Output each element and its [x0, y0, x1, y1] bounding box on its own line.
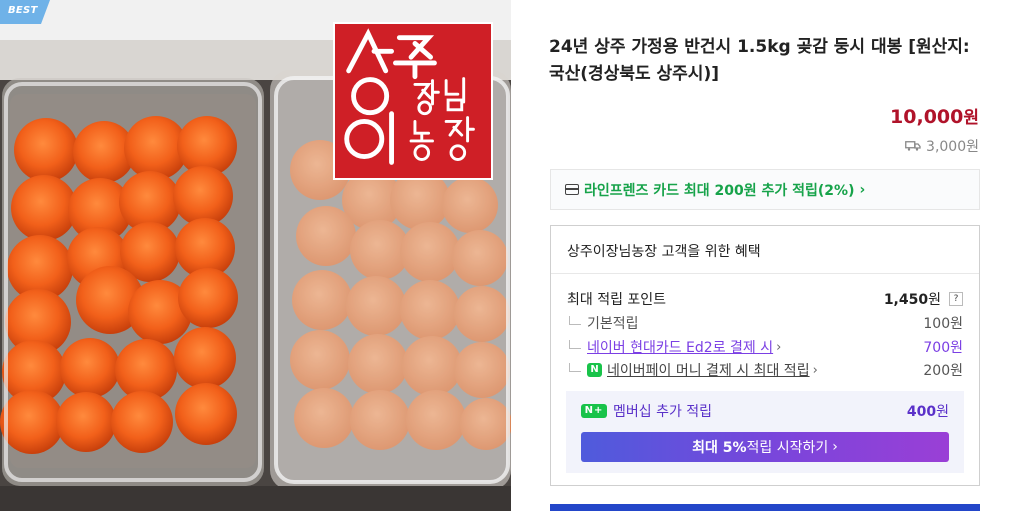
price-value: 10,000: [890, 106, 964, 128]
chevron-right-icon: ›: [776, 339, 782, 355]
product-title: 24년 상주 가정용 반건시 1.5kg 곶감 둥시 대봉 [원산지:국산(경상…: [549, 37, 970, 84]
benefit-row-hyundai-card[interactable]: 네이버 현대카드 Ed2로 결제 시 › 700원: [567, 336, 963, 358]
card-promo-banner[interactable]: 라인프렌즈 카드 최대 200원 추가 적립(2%) ›: [550, 169, 980, 210]
shipping-fee: 3,000원: [905, 136, 979, 156]
product-info-panel: 24년 상주 가정용 반건시 1.5kg 곶감 둥시 대봉 [원산지:국산(경상…: [511, 0, 1019, 511]
benefit-row-label[interactable]: 네이버페이 머니 결제 시 최대 적립: [607, 360, 810, 380]
benefit-row-label: 기본적립: [587, 316, 639, 332]
benefit-row-basic: 기본적립 100원: [567, 312, 963, 334]
product-image[interactable]: BEST: [0, 0, 511, 511]
benefit-box: 상주이장님농장 고객을 위한 혜택 최대 적립 포인트 1,450원 ? 기본적…: [550, 225, 980, 486]
farm-logo: [333, 22, 493, 180]
chevron-right-icon: ›: [812, 362, 818, 378]
max-points-row: 최대 적립 포인트 1,450원 ?: [567, 288, 963, 310]
membership-box: N+ 멤버십 추가 적립 400원 최대 5% 적립 시작하기 ›: [566, 391, 964, 473]
benefit-header: 상주이장님농장 고객을 위한 혜택: [551, 226, 979, 274]
membership-label: 멤버십 추가 적립: [613, 404, 713, 420]
farm-logo-mark: [344, 28, 475, 165]
membership-button-bold: 최대 5%: [692, 440, 747, 456]
card-promo-text: 라인프렌즈 카드 최대 200원 추가 적립(2%): [584, 182, 855, 199]
membership-amount: 400원: [906, 404, 949, 420]
benefit-row-amount: 200원: [923, 363, 963, 379]
benefit-row-npay-money[interactable]: N 네이버페이 머니 결제 시 최대 적립 › 200원: [567, 359, 963, 381]
buy-button[interactable]: [550, 504, 980, 511]
indent-mark: [569, 339, 581, 349]
chevron-right-icon: ›: [832, 439, 838, 455]
naver-plus-icon: N+: [581, 404, 607, 418]
max-points-label: 최대 적립 포인트: [567, 292, 667, 308]
truck-icon: [905, 141, 921, 151]
price-unit: 원: [963, 108, 979, 128]
card-icon: [565, 184, 579, 195]
shipping-fee-value: 3,000원: [926, 139, 979, 155]
membership-button-text: 적립 시작하기: [746, 440, 829, 456]
max-points-amount: 1,450원: [883, 292, 941, 308]
help-icon[interactable]: ?: [949, 292, 963, 306]
benefit-row-amount: 100원: [923, 316, 963, 332]
product-price: 10,000원: [890, 103, 979, 128]
indent-mark: [569, 315, 581, 325]
naver-pay-icon: N: [587, 363, 602, 377]
membership-start-button[interactable]: 최대 5% 적립 시작하기 ›: [581, 432, 949, 462]
benefit-row-amount: 700원: [923, 340, 963, 356]
membership-row: N+ 멤버십 추가 적립 400원: [581, 401, 949, 421]
indent-mark: [569, 362, 581, 372]
best-badge-label: BEST: [8, 5, 38, 16]
chevron-right-icon: ›: [859, 181, 866, 198]
benefit-row-label[interactable]: 네이버 현대카드 Ed2로 결제 시: [587, 337, 773, 357]
